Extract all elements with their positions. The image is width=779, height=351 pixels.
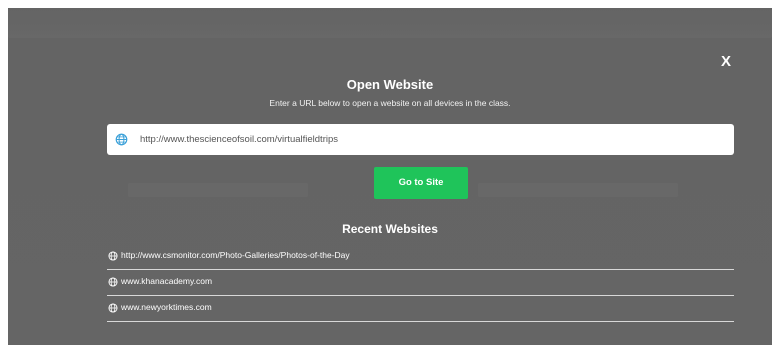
recent-website-label: www.khanacademy.com xyxy=(121,276,213,286)
recent-website-item[interactable]: http://www.csmonitor.com/Photo-Galleries… xyxy=(107,244,734,270)
globe-icon xyxy=(108,251,118,261)
recent-website-label: http://www.csmonitor.com/Photo-Galleries… xyxy=(121,250,350,260)
url-field[interactable] xyxy=(107,124,734,155)
globe-icon xyxy=(108,303,118,313)
modal-backdrop: X Open Website Enter a URL below to open… xyxy=(8,8,772,345)
recent-website-item[interactable]: www.khanacademy.com xyxy=(107,270,734,296)
globe-icon xyxy=(115,133,128,146)
close-button[interactable]: X xyxy=(716,52,736,72)
globe-icon xyxy=(108,277,118,287)
recent-websites-list: http://www.csmonitor.com/Photo-Galleries… xyxy=(107,244,734,322)
recent-website-label: www.newyorktimes.com xyxy=(121,302,212,312)
go-to-site-button[interactable]: Go to Site xyxy=(374,167,468,199)
url-input[interactable] xyxy=(140,124,720,155)
recent-websites-title: Recent Websites xyxy=(342,222,438,236)
modal-title: Open Website xyxy=(346,77,434,92)
modal-subtitle: Enter a URL below to open a website on a… xyxy=(269,98,511,108)
recent-website-item[interactable]: www.newyorktimes.com xyxy=(107,296,734,322)
